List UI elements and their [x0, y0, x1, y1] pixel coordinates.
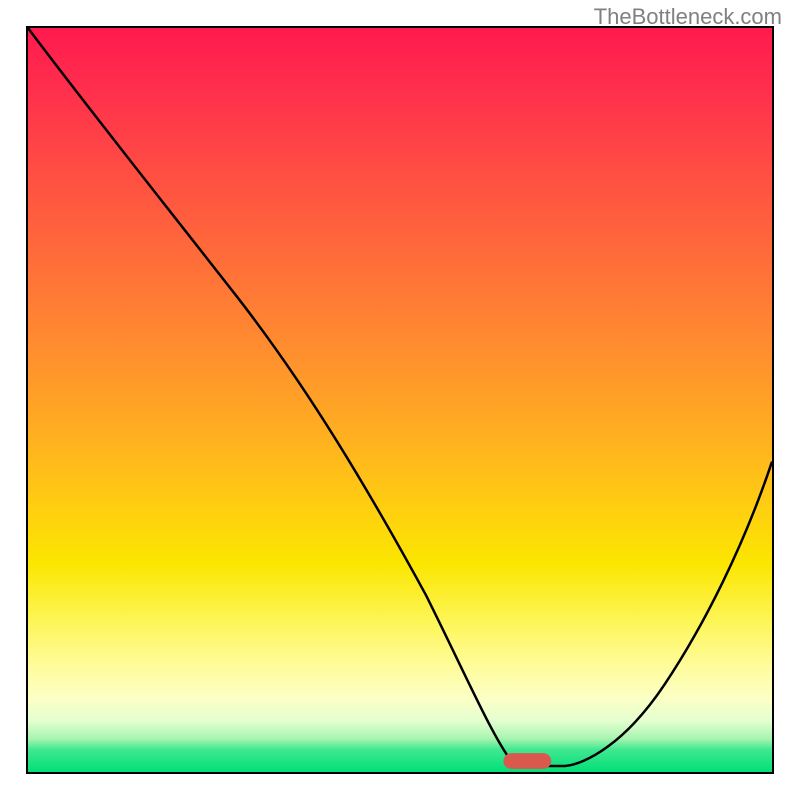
bottleneck-curve [28, 28, 772, 766]
optimal-marker [503, 753, 551, 769]
chart-svg [28, 28, 772, 772]
chart-container [26, 26, 774, 774]
watermark-text: TheBottleneck.com [594, 4, 782, 30]
